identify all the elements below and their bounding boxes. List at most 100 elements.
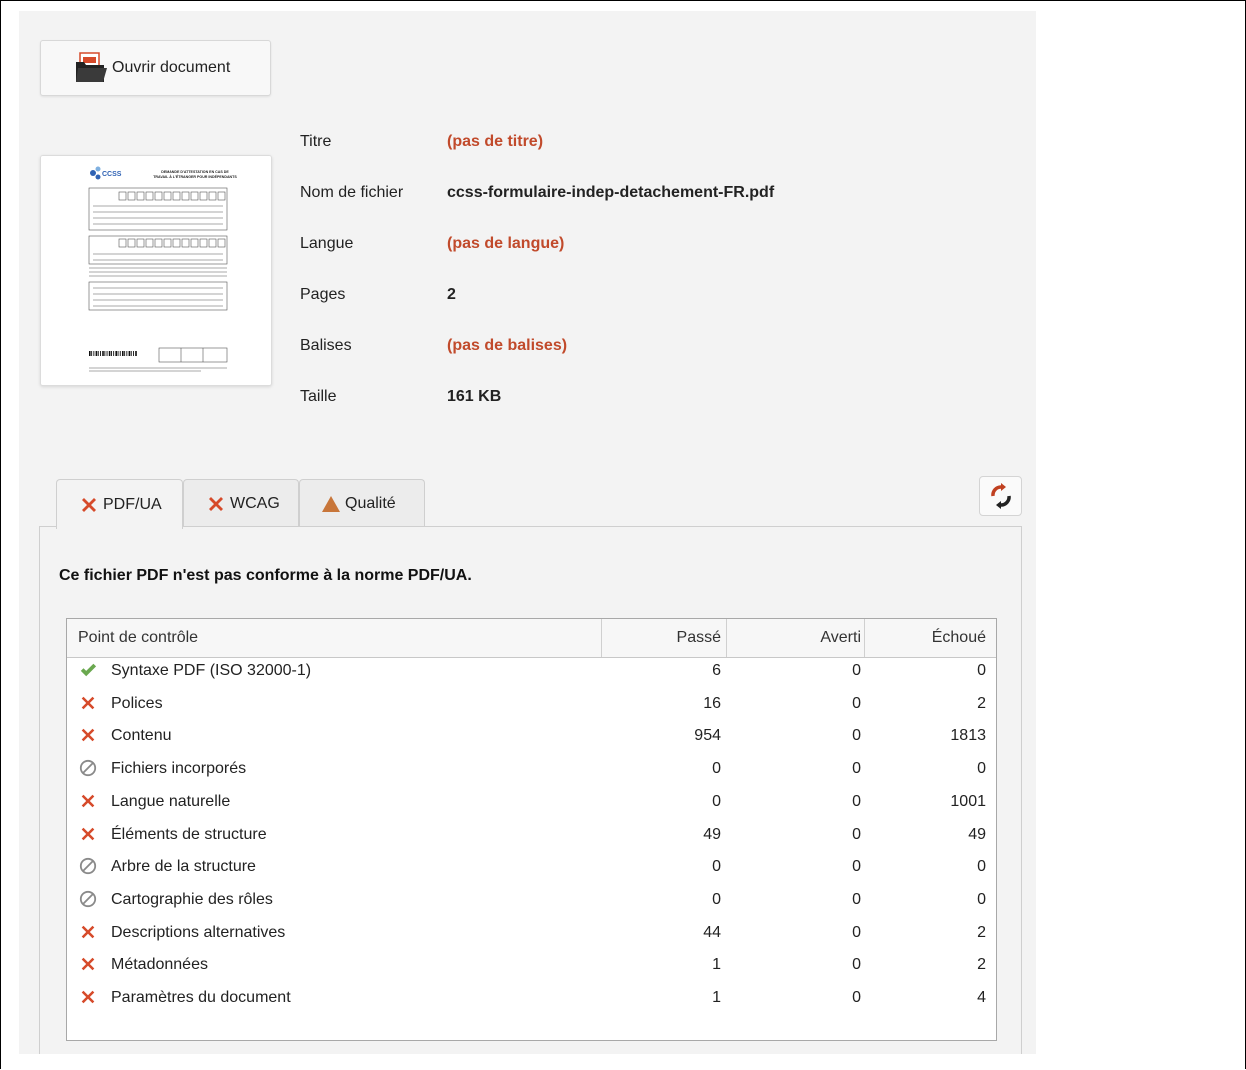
- warned-count: 0: [852, 760, 861, 778]
- table-row[interactable]: Cartographie des rôles 0 0 0: [67, 883, 996, 916]
- warned-count: 0: [852, 825, 861, 843]
- checkpoint-name: Langue naturelle: [111, 792, 231, 810]
- cross-icon: [79, 694, 97, 712]
- warned-count: 0: [852, 662, 861, 679]
- thumbnail-title-line2: TRAVAIL À L'ÉTRANGER POUR INDÉPENDANTS: [153, 174, 237, 179]
- header-failed[interactable]: Échoué: [864, 619, 996, 657]
- warned-count: 0: [852, 858, 861, 876]
- failed-count: 1001: [950, 792, 986, 810]
- property-value: 2: [447, 286, 456, 303]
- header-passed[interactable]: Passé: [601, 619, 726, 657]
- tab-qualite[interactable]: Qualité: [299, 479, 425, 527]
- table-row[interactable]: Langue naturelle 0 0 1001: [67, 785, 996, 818]
- passed-count: 954: [694, 727, 721, 745]
- property-key: Langue: [300, 235, 354, 252]
- passed-count: 1: [712, 956, 721, 974]
- cross-icon: [79, 988, 97, 1006]
- table-row[interactable]: Fichiers incorporés 0 0 0: [67, 752, 996, 785]
- passed-count: 0: [712, 858, 721, 876]
- refresh-icon: [990, 483, 1011, 509]
- warned-count: 0: [852, 923, 861, 941]
- table-row[interactable]: Paramètres du document 1 0 4: [67, 981, 996, 1014]
- tab-label: Qualité: [345, 494, 396, 512]
- cross-icon: [79, 825, 97, 843]
- property-key: Nom de fichier: [300, 184, 404, 201]
- checkpoint-name: Arbre de la structure: [111, 858, 256, 876]
- property-key: Taille: [300, 388, 337, 405]
- main-panel: Ouvrir document CCSS DEMANDE D'ATTESTATI…: [19, 11, 1036, 1054]
- failed-count: 0: [977, 760, 986, 778]
- table-row[interactable]: Descriptions alternatives 44 0 2: [67, 916, 996, 949]
- property-key: Pages: [300, 286, 346, 303]
- failed-count: 2: [977, 694, 986, 712]
- checkpoint-name: Paramètres du document: [111, 989, 291, 1006]
- failed-count: 0: [977, 890, 986, 908]
- property-key: Balises: [300, 337, 352, 354]
- warned-count: 0: [852, 989, 861, 1006]
- tab-pdfua[interactable]: PDF/UA: [56, 479, 183, 529]
- refresh-button[interactable]: [979, 476, 1022, 516]
- warned-count: 0: [852, 890, 861, 908]
- document-thumbnail: CCSS DEMANDE D'ATTESTATION EN CAS DE TRA…: [40, 155, 272, 386]
- failed-count: 2: [977, 956, 986, 974]
- failed-count: 1813: [950, 727, 986, 745]
- warned-count: 0: [852, 956, 861, 974]
- open-document-button[interactable]: Ouvrir document: [40, 40, 271, 96]
- not-applicable-icon: [79, 890, 97, 908]
- not-applicable-icon: [79, 857, 97, 875]
- checkpoint-name: Syntaxe PDF (ISO 32000-1): [111, 662, 312, 679]
- checkpoint-table: Point de contrôle Passé Averti Échoué Sy…: [66, 618, 997, 1041]
- thumbnail-preview: CCSS DEMANDE D'ATTESTATION EN CAS DE TRA…: [41, 156, 271, 385]
- cross-icon: [82, 497, 96, 512]
- header-checkpoint[interactable]: Point de contrôle: [67, 619, 601, 657]
- warning-triangle-icon: [322, 495, 340, 512]
- property-value: 161 KB: [447, 388, 502, 405]
- failed-count: 4: [977, 989, 986, 1006]
- failed-count: 0: [977, 858, 986, 876]
- thumbnail-title-line1: DEMANDE D'ATTESTATION EN CAS DE: [161, 170, 229, 174]
- open-document-label: Ouvrir document: [112, 59, 231, 76]
- folder-pdf-icon: [76, 52, 107, 82]
- failed-count: 0: [977, 662, 986, 679]
- checkpoint-name: Polices: [111, 694, 163, 712]
- checkpoint-name: Contenu: [111, 727, 172, 745]
- property-value: (pas de langue): [447, 235, 565, 252]
- table-row[interactable]: Arbre de la structure 0 0 0: [67, 850, 996, 883]
- table-row[interactable]: Contenu 954 0 1813: [67, 719, 996, 752]
- passed-count: 0: [712, 792, 721, 810]
- failed-count: 49: [968, 825, 986, 843]
- passed-count: 0: [712, 760, 721, 778]
- property-value: ccss-formulaire-indep-detachement-FR.pdf: [447, 184, 775, 201]
- conformance-summary: Ce fichier PDF n'est pas conforme à la n…: [59, 567, 472, 584]
- passed-count: 16: [703, 694, 721, 712]
- cross-icon: [79, 792, 97, 810]
- table-row[interactable]: Polices 16 0 2: [67, 687, 996, 720]
- property-key: Titre: [300, 133, 332, 150]
- property-value: (pas de balises): [447, 337, 568, 354]
- warned-count: 0: [852, 727, 861, 745]
- failed-count: 2: [977, 923, 986, 941]
- warned-count: 0: [852, 694, 861, 712]
- table-row[interactable]: Éléments de structure 49 0 49: [67, 818, 996, 851]
- cross-icon: [209, 496, 223, 511]
- checkpoint-name: Éléments de structure: [111, 825, 267, 843]
- passed-count: 44: [703, 923, 721, 941]
- warned-count: 0: [852, 792, 861, 810]
- passed-count: 6: [712, 662, 721, 679]
- checkpoint-name: Cartographie des rôles: [111, 890, 273, 908]
- passed-count: 1: [712, 989, 721, 1006]
- property-value: (pas de titre): [447, 133, 544, 150]
- tab-label: WCAG: [230, 494, 280, 512]
- cross-icon: [79, 726, 97, 744]
- cross-icon: [79, 923, 97, 941]
- table-row[interactable]: Métadonnées 1 0 2: [67, 948, 996, 981]
- table-row[interactable]: Syntaxe PDF (ISO 32000-1) 6 0 0: [67, 654, 996, 687]
- thumbnail-brand: CCSS: [102, 171, 122, 178]
- tab-label: PDF/UA: [103, 495, 162, 513]
- passed-count: 0: [712, 890, 721, 908]
- passed-count: 49: [703, 825, 721, 843]
- checkpoint-name: Descriptions alternatives: [111, 923, 286, 941]
- not-applicable-icon: [79, 759, 97, 777]
- tab-wcag[interactable]: WCAG: [183, 479, 299, 527]
- header-warned[interactable]: Averti: [726, 619, 864, 657]
